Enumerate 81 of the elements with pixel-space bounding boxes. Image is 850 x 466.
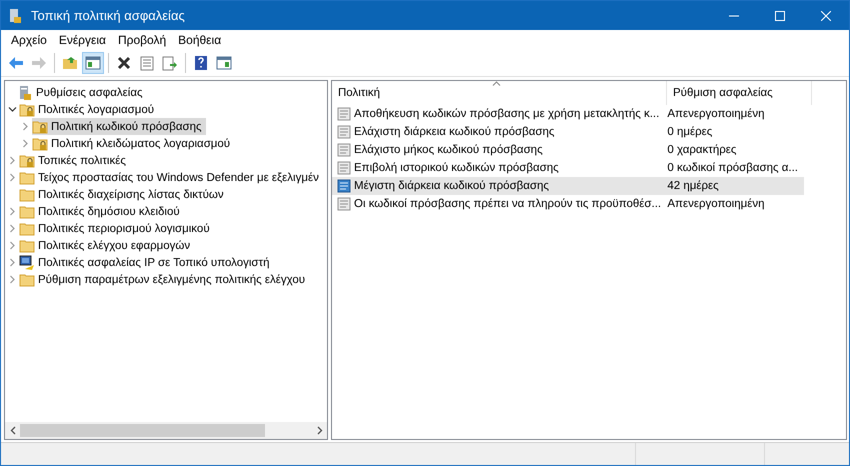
folder-up-icon [62, 56, 78, 70]
chevron-right-icon [316, 426, 322, 435]
policy-name: Επιβολή ιστορικού κωδικών πρόσβασης [354, 162, 559, 174]
policy-icon [337, 197, 351, 211]
policy-icon [337, 125, 351, 139]
menu-item[interactable]: Αρχείο [5, 31, 53, 49]
menu-item[interactable]: Προβολή [112, 31, 172, 49]
tree-item[interactable]: Ρυθμίσεις ασφαλείας [19, 84, 147, 101]
horizontal-scrollbar[interactable] [5, 422, 327, 439]
folder-icon [19, 272, 35, 286]
computer-icon [19, 254, 35, 270]
security-setting: 42 ημέρες [667, 180, 719, 192]
security-setting: 0 ημέρες [667, 126, 712, 138]
policy-row[interactable]: Επιβολή ιστορικού κωδικών πρόσβασης 0 κωδικοί πρόσβασης α... [332, 159, 804, 177]
help-book-icon [194, 55, 208, 71]
forward-arrow-icon [31, 56, 47, 70]
column-header[interactable]: Ρύθμιση ασφαλείας [667, 81, 812, 105]
policy-name: Οι κωδικοί πρόσβασης πρέπει να πληρούν τις προϋποθέσ... [354, 198, 662, 210]
security-setting: Απενεργοποιημένη [667, 198, 765, 210]
tree-pane-icon [85, 56, 101, 70]
policy-icon [337, 143, 351, 157]
delete-x-icon [117, 56, 131, 70]
policy-row[interactable]: Ελάχιστη διάρκεια κωδικού πρόσβασης 0 ημέρες [332, 123, 804, 141]
tree-item[interactable]: Τείχος προστασίας του Windows Defender με εξελιγμέν [19, 169, 323, 186]
security-setting: Απενεργοποιημένη [667, 108, 765, 120]
tree-item[interactable]: Πολιτικές περιορισμού λογισμικού [19, 220, 214, 237]
tree-item[interactable]: Πολιτικές δημόσιου κλειδιού [19, 203, 184, 220]
chevron-right-icon[interactable] [8, 207, 16, 216]
tree-item[interactable]: Πολιτικές διαχείρισης λίστας δικτύων [19, 186, 228, 203]
chevron-right-icon[interactable] [8, 173, 16, 182]
tree-item[interactable]: Πολιτικές ελέγχου εφαρμογών [19, 237, 194, 254]
policy-icon [337, 161, 351, 175]
folder-icon [19, 170, 35, 184]
chevron-right-icon[interactable] [8, 241, 16, 250]
chevron-right-icon[interactable] [8, 258, 16, 267]
policy-name: Μέγιστη διάρκεια κωδικού πρόσβασης [354, 180, 549, 192]
chevron-right-icon[interactable] [20, 139, 30, 148]
chevron-down-icon[interactable] [8, 105, 16, 114]
tree-item[interactable]: Πολιτική κωδικού πρόσβασης [32, 118, 206, 135]
chevron-left-icon [10, 426, 16, 435]
locked-folder-icon [32, 136, 48, 150]
policy-name: Αποθήκευση κωδικών πρόσβασης με χρήση μετακλητής κ... [354, 108, 660, 120]
policy-name: Ελάχιστο μήκος κωδικού πρόσβασης [354, 144, 543, 156]
folder-icon [19, 222, 35, 236]
tree-item[interactable]: Πολιτική κλειδώματος λογαριασμού [32, 135, 234, 152]
column-header[interactable]: Πολιτική [332, 81, 667, 105]
app-icon [9, 8, 23, 24]
scrollbar-thumb[interactable] [20, 424, 265, 437]
policy-row[interactable]: Οι κωδικοί πρόσβασης πρέπει να πληρούν τις προϋποθέσ... Απενεργοποιημένη [332, 195, 804, 213]
menu-item[interactable]: Βοήθεια [172, 31, 228, 49]
locked-folder-icon [19, 102, 35, 116]
policy-icon [337, 107, 351, 121]
security-document-icon [19, 84, 33, 100]
menu-item[interactable]: Ενέργεια [52, 31, 112, 49]
chevron-right-icon[interactable] [8, 224, 16, 233]
action-pane-icon [216, 56, 232, 70]
policy-icon [337, 179, 351, 193]
tree-item[interactable]: Πολιτικές λογαριασμού [19, 101, 158, 118]
policy-row[interactable]: Αποθήκευση κωδικών πρόσβασης με χρήση μετακλητής κ... Απενεργοποιημένη [332, 105, 804, 123]
chevron-right-icon[interactable] [8, 275, 16, 284]
maximize-icon [775, 10, 785, 20]
export-list-icon [162, 56, 178, 70]
close-icon [821, 10, 831, 20]
policy-row[interactable]: Μέγιστη διάρκεια κωδικού πρόσβασης 42 ημέρες [332, 177, 804, 195]
chevron-right-icon[interactable] [20, 122, 30, 131]
locked-folder-icon [32, 120, 48, 134]
locked-folder-icon [19, 154, 35, 168]
policy-row[interactable]: Ελάχιστο μήκος κωδικού πρόσβασης 0 χαρακτήρες [332, 141, 804, 159]
chevron-right-icon[interactable] [8, 156, 16, 165]
folder-icon [19, 238, 35, 252]
folder-icon [19, 204, 35, 218]
tree-item[interactable]: Πολιτικές ασφαλείας IP σε Τοπικό υπολογιστή [19, 254, 274, 271]
folder-icon [19, 188, 35, 202]
tree-item[interactable]: Ρύθμιση παραμέτρων εξελιγμένης πολιτικής ελέγχου [19, 271, 310, 288]
properties-sheet-icon [140, 56, 154, 70]
security-setting: 0 κωδικοί πρόσβασης α... [667, 162, 798, 174]
security-setting: 0 χαρακτήρες [667, 144, 736, 156]
tree-item[interactable]: Τοπικές πολιτικές [19, 152, 130, 169]
policy-name: Ελάχιστη διάρκεια κωδικού πρόσβασης [354, 126, 554, 138]
window-title: Τοπική πολιτική ασφαλείας [31, 8, 186, 23]
back-arrow-icon [8, 56, 24, 70]
